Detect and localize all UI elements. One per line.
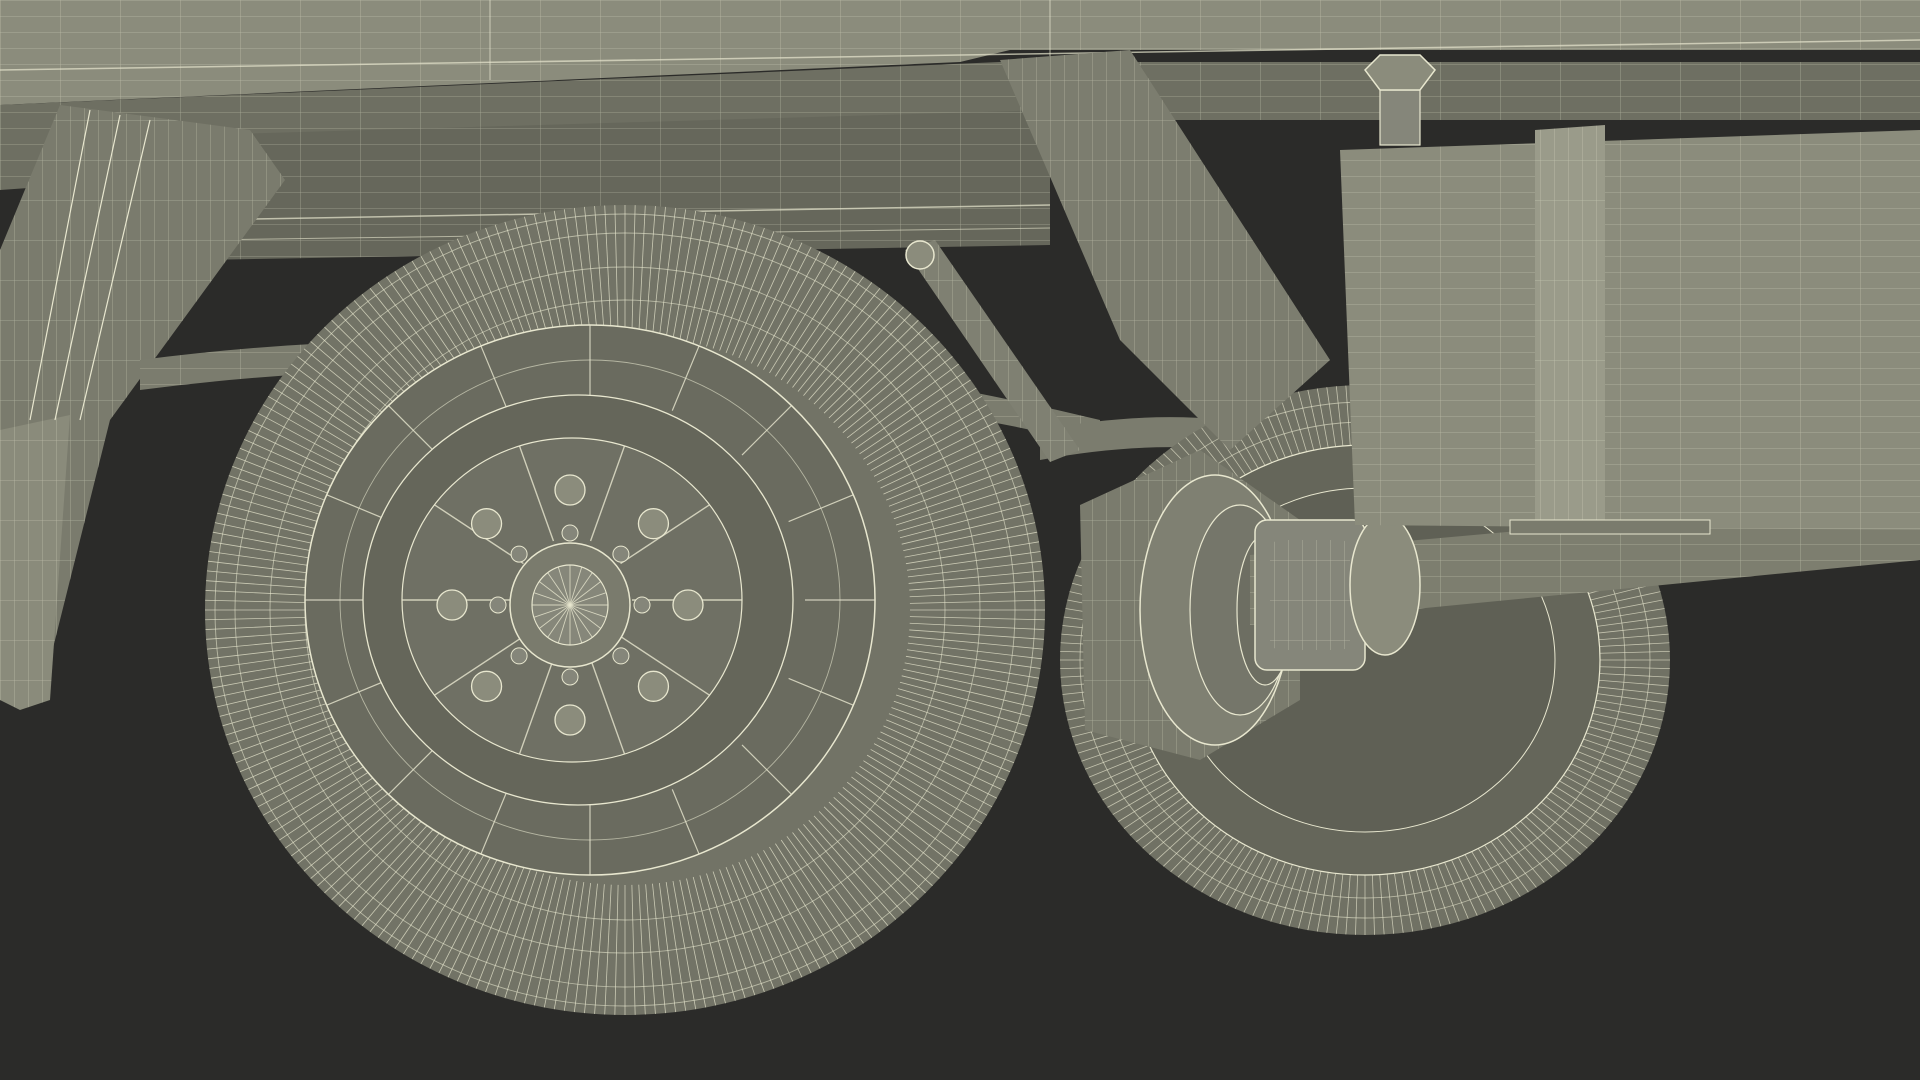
lug-nut [470,508,503,540]
hub-bolt [561,524,579,542]
hub-bolt [612,647,630,665]
lug-nut [470,670,503,702]
hub-bolt [612,545,630,563]
lug-nut [637,670,670,702]
lug-nut [554,474,586,506]
hub-bolt [510,647,528,665]
hub-bolt [489,596,507,614]
hub-bolt [510,545,528,563]
front-wheel [205,205,1045,1015]
lug-nut [637,508,670,540]
hub-bolt [633,596,651,614]
lug-nut [672,589,704,621]
hub-bolt [561,668,579,686]
lug-nut [554,704,586,736]
lug-nut [436,589,468,621]
wireframe-render-viewport [0,0,1920,1080]
